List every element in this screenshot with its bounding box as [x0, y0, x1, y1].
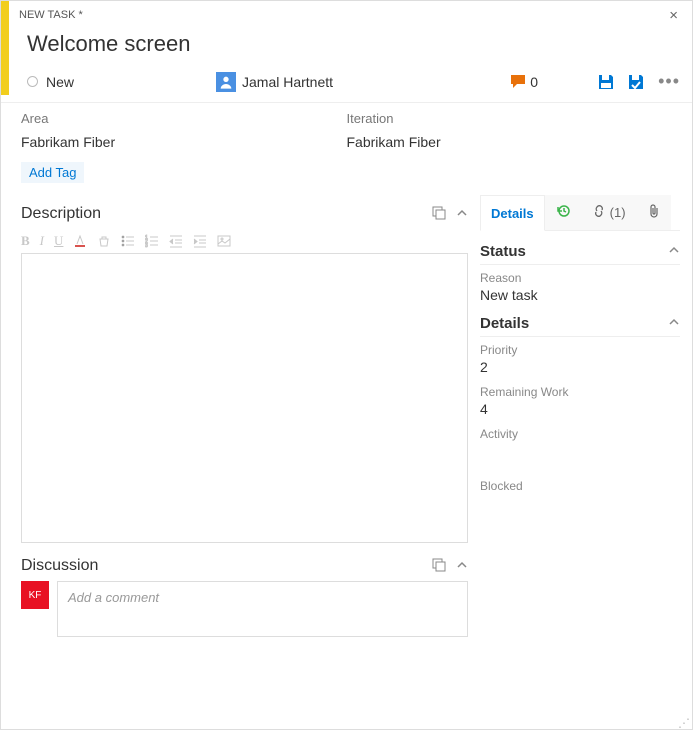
work-item-type-label: NEW TASK * [19, 9, 83, 21]
reason-field[interactable]: New task [480, 287, 680, 303]
status-collapse-icon[interactable] [668, 244, 680, 259]
blocked-field[interactable] [480, 495, 680, 511]
save-button[interactable] [598, 74, 614, 90]
link-icon [592, 204, 606, 221]
assignee-field[interactable]: Jamal Hartnett [242, 74, 511, 90]
assignee-avatar [216, 72, 236, 92]
area-label: Area [21, 111, 347, 126]
tab-details[interactable]: Details [480, 195, 545, 231]
add-tag-button[interactable]: Add Tag [21, 162, 84, 183]
priority-label: Priority [480, 343, 680, 357]
comment-count[interactable]: 0 [511, 74, 538, 90]
comment-icon [511, 75, 527, 89]
rich-text-toolbar: B I U 123 [21, 229, 468, 253]
iteration-label: Iteration [347, 111, 673, 126]
tab-history[interactable] [545, 195, 581, 230]
details-collapse-icon[interactable] [668, 316, 680, 331]
discussion-maximize-icon[interactable] [432, 558, 446, 575]
remaining-work-field[interactable]: 4 [480, 401, 680, 417]
rte-italic-button[interactable]: I [40, 233, 44, 249]
rte-image-button[interactable] [217, 234, 231, 248]
description-editor[interactable] [21, 253, 468, 543]
priority-field[interactable]: 2 [480, 359, 680, 375]
status-section-heading: Status [480, 243, 526, 260]
reason-label: Reason [480, 271, 680, 285]
current-user-avatar: KF [21, 581, 49, 609]
description-collapse-icon[interactable] [456, 207, 468, 222]
rte-bullet-button[interactable] [121, 234, 135, 248]
discussion-heading: Discussion [21, 557, 98, 575]
rte-underline-button[interactable]: U [54, 233, 63, 249]
description-heading: Description [21, 205, 101, 223]
details-section-heading: Details [480, 315, 529, 332]
blocked-label: Blocked [480, 479, 680, 493]
activity-field[interactable] [480, 443, 680, 459]
activity-label: Activity [480, 427, 680, 441]
work-item-title[interactable]: Welcome screen [27, 31, 672, 57]
history-icon [556, 204, 570, 221]
svg-text:3: 3 [145, 243, 148, 248]
iteration-field[interactable]: Fabrikam Fiber [347, 130, 673, 154]
discussion-collapse-icon[interactable] [456, 559, 468, 574]
attachment-icon [648, 204, 660, 221]
comment-input[interactable]: Add a comment [57, 581, 468, 637]
description-maximize-icon[interactable] [432, 206, 446, 223]
remaining-work-label: Remaining Work [480, 385, 680, 399]
tab-links[interactable]: (1) [581, 195, 637, 230]
rte-fontcolor-button[interactable] [73, 234, 87, 248]
rte-outdent-button[interactable] [169, 234, 183, 248]
tab-attachments[interactable] [637, 195, 671, 230]
save-and-close-button[interactable] [628, 74, 644, 90]
resize-handle-icon: ⋰ [678, 719, 690, 727]
area-field[interactable]: Fabrikam Fiber [21, 130, 347, 154]
rte-clear-button[interactable] [97, 234, 111, 248]
state-field[interactable]: New [46, 74, 216, 90]
more-actions-button[interactable]: ••• [658, 71, 680, 92]
state-indicator-icon [27, 76, 38, 87]
rte-indent-button[interactable] [193, 234, 207, 248]
rte-number-button[interactable]: 123 [145, 234, 159, 248]
close-button[interactable]: × [665, 7, 682, 24]
rte-bold-button[interactable]: B [21, 233, 30, 249]
